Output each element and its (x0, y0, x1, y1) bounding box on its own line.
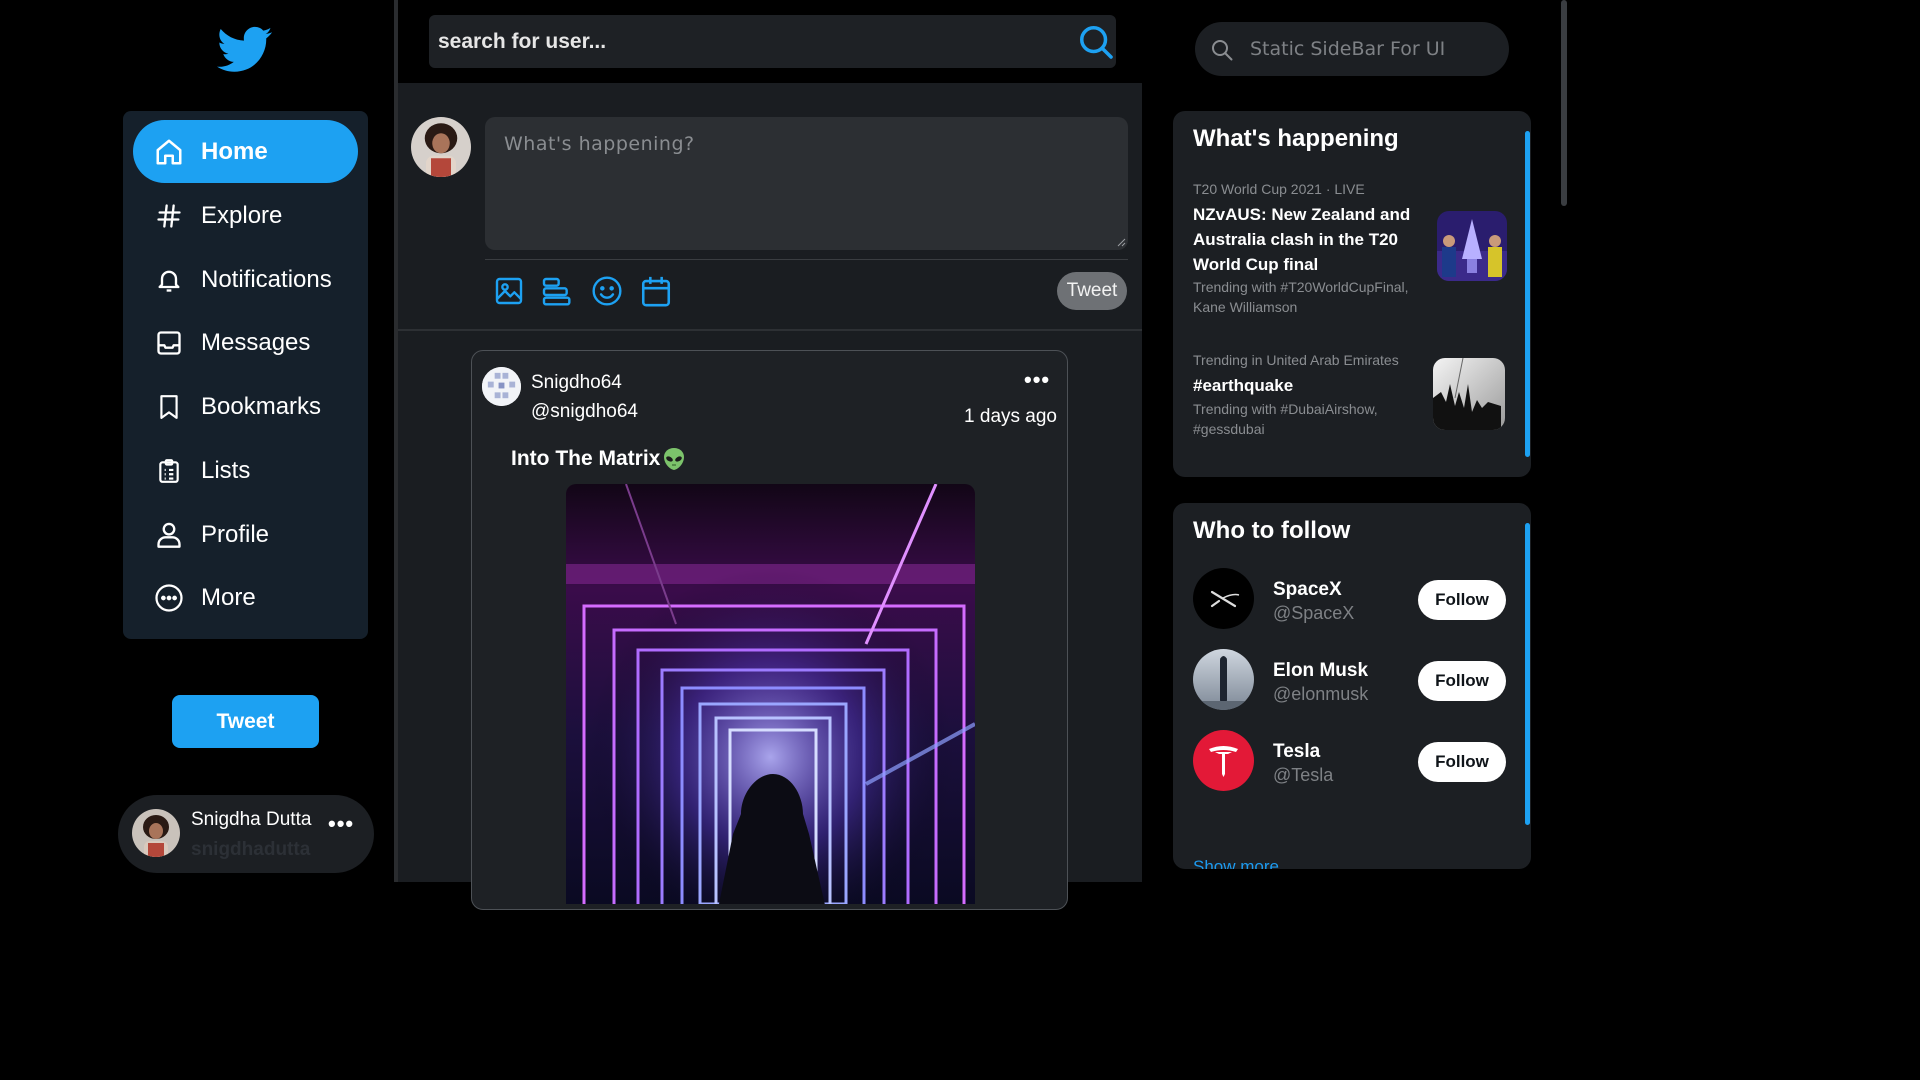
bookmark-icon (143, 375, 195, 438)
post-author-name[interactable]: Snigdho64 (531, 372, 622, 394)
trend-title: #earthquake (1193, 376, 1294, 395)
nav-item-messages[interactable]: Messages (133, 311, 358, 374)
follow-button[interactable]: Follow (1418, 742, 1506, 782)
follow-handle: @elonmusk (1273, 684, 1369, 704)
follow-button[interactable]: Follow (1418, 580, 1506, 620)
search-bar (398, 0, 1142, 83)
account-name: Snigdha Dutta (191, 809, 312, 830)
poll-icon[interactable] (538, 271, 574, 311)
post-timestamp: 1 days ago (964, 406, 1057, 427)
avatar (132, 809, 180, 857)
post-text: Into The Matrix (511, 447, 685, 471)
home-icon (143, 120, 195, 183)
search-icon (1210, 38, 1234, 62)
tweet-card[interactable]: Snigdho64 @snigdho64 ••• 1 days ago Into… (471, 350, 1068, 910)
post-text-content: Into The Matrix (511, 447, 661, 470)
composer-tweet-button[interactable]: Tweet (1057, 272, 1127, 310)
show-more-link[interactable]: Show more (1193, 857, 1279, 869)
user-icon (143, 503, 195, 566)
follow-name[interactable]: SpaceX (1273, 579, 1342, 601)
spacex-avatar[interactable] (1193, 568, 1254, 629)
nav-label: Lists (201, 456, 251, 484)
nav-item-profile[interactable]: Profile (133, 503, 358, 566)
post-avatar[interactable] (482, 367, 521, 406)
emoji-icon[interactable] (589, 271, 625, 311)
nav-label: Bookmarks (201, 392, 322, 420)
search-icon[interactable] (1077, 23, 1115, 61)
nav-label: Notifications (201, 265, 332, 293)
nav-label: Messages (201, 328, 311, 356)
inbox-icon (143, 311, 195, 374)
right-search-bar[interactable] (1195, 22, 1509, 76)
post-image[interactable] (566, 484, 975, 904)
nav-item-bookmarks[interactable]: Bookmarks (133, 375, 358, 438)
trend-meta: Trending in United Arab Emirates (1193, 352, 1399, 368)
follow-name[interactable]: Elon Musk (1273, 660, 1368, 682)
clipboard-list-icon (143, 439, 195, 502)
nav-item-home[interactable]: Home (133, 120, 358, 183)
follow-name[interactable]: Tesla (1273, 741, 1320, 763)
composer-avatar (411, 117, 471, 177)
resize-handle-icon[interactable] (1116, 237, 1126, 247)
account-handle: snigdhadutta (191, 839, 311, 860)
trend-subtitle: Trending with #DubaiAirshow, #gessdubai (1193, 401, 1378, 437)
nav-item-more[interactable]: More (133, 566, 358, 629)
nav-label: More (201, 583, 256, 611)
nav-label: Home (201, 137, 268, 165)
sidebar-tweet-button[interactable]: Tweet (172, 695, 319, 748)
right-search-input[interactable] (1250, 36, 1490, 62)
nav-item-explore[interactable]: Explore (133, 184, 358, 247)
hashtag-icon (143, 184, 195, 247)
trends-title: What's happening (1193, 125, 1399, 152)
composer-divider (485, 259, 1128, 260)
alien-emoji-icon (663, 447, 685, 471)
schedule-icon[interactable] (638, 271, 674, 311)
follow-scrollbar[interactable] (1525, 523, 1530, 825)
image-icon[interactable] (491, 271, 527, 311)
page-scrollbar-thumb[interactable] (1561, 0, 1567, 206)
tweet-composer-input[interactable] (485, 117, 1128, 250)
account-more-button[interactable]: ••• (328, 811, 354, 837)
trend-thumbnail (1433, 358, 1505, 430)
main-feed: Tweet Snigdho64 @snigdho64 ••• 1 days ag… (398, 0, 1142, 910)
more-circle-icon (143, 566, 195, 629)
follow-button[interactable]: Follow (1418, 661, 1506, 701)
post-author-handle[interactable]: @snigdho64 (531, 401, 638, 423)
trend-subtitle: Trending with #T20WorldCupFinal, Kane Wi… (1193, 279, 1409, 315)
trends-scrollbar[interactable] (1525, 131, 1530, 457)
nav-label: Explore (201, 201, 283, 229)
trend-meta: T20 World Cup 2021 · LIVE (1193, 181, 1365, 197)
search-input[interactable] (438, 25, 1038, 58)
elonmusk-avatar[interactable] (1193, 649, 1254, 710)
nav-item-notifications[interactable]: Notifications (133, 248, 358, 311)
follow-handle: @Tesla (1273, 765, 1334, 785)
bell-icon (143, 248, 195, 311)
trend-thumbnail (1437, 211, 1507, 281)
nav-label: Profile (201, 520, 270, 548)
nav-item-lists[interactable]: Lists (133, 439, 358, 502)
twitter-bird-icon[interactable] (217, 26, 273, 74)
feed-divider (398, 329, 1142, 331)
trend-title: NZvAUS: New Zealand and Australia clash … (1193, 205, 1411, 274)
tesla-avatar[interactable] (1193, 730, 1254, 791)
account-switcher[interactable]: Snigdha Dutta snigdhadutta ••• (118, 795, 374, 873)
follow-handle: @SpaceX (1273, 603, 1355, 623)
search-box (429, 15, 1116, 68)
sidebar-nav: Home Explore Notifications Messages Book… (123, 111, 368, 639)
post-more-button[interactable]: ••• (1024, 367, 1050, 393)
who-to-follow-panel: Who to follow SpaceX @SpaceX Follow Elon… (1173, 503, 1531, 869)
follow-title: Who to follow (1193, 517, 1351, 544)
trends-panel: What's happening T20 World Cup 2021 · LI… (1173, 111, 1531, 477)
